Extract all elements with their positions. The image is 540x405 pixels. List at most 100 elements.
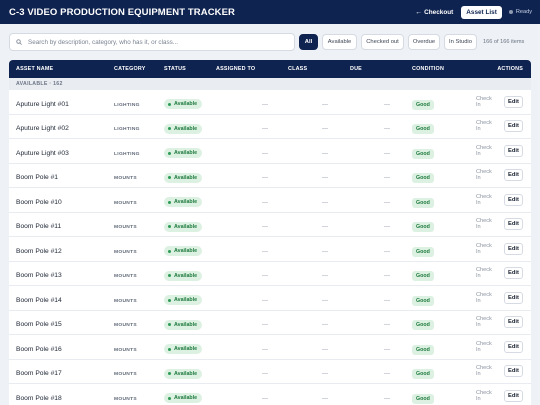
assigned-cell: —	[216, 117, 288, 135]
table-row[interactable]: Boom Pole #16 MOUNTS Available — — — Goo…	[9, 335, 531, 360]
edit-button[interactable]: Edit	[503, 316, 523, 329]
table-row[interactable]: Aputure Light #02 LIGHTING Available — —…	[9, 114, 531, 139]
search-box[interactable]	[9, 33, 295, 51]
check-in-button[interactable]: Check In	[476, 120, 497, 132]
condition-cell: Good	[412, 313, 476, 331]
check-in-button[interactable]: Check In	[476, 243, 497, 255]
table-row[interactable]: Boom Pole #17 MOUNTS Available — — — Goo…	[9, 359, 531, 384]
edit-button[interactable]: Edit	[503, 389, 523, 402]
edit-button[interactable]: Edit	[503, 267, 523, 280]
column-header-asset-name[interactable]: ASSET NAME	[9, 66, 114, 72]
check-in-button[interactable]: Check In	[476, 267, 497, 279]
column-header-due[interactable]: DUE	[350, 66, 412, 72]
filter-available[interactable]: Available	[322, 34, 357, 50]
class-value: —	[322, 224, 328, 231]
search-icon	[16, 39, 22, 45]
status-cell: Available	[164, 191, 216, 209]
table-row[interactable]: Boom Pole #11 MOUNTS Available — — — Goo…	[9, 212, 531, 237]
table-row[interactable]: Boom Pole #10 MOUNTS Available — — — Goo…	[9, 188, 531, 213]
asset-name[interactable]: Boom Pole #13	[16, 272, 62, 279]
check-in-button[interactable]: Check In	[476, 292, 497, 304]
table-row[interactable]: Boom Pole #18 MOUNTS Available — — — Goo…	[9, 384, 531, 405]
search-input[interactable]	[28, 38, 278, 46]
status-badge: Available	[164, 197, 203, 208]
asset-name[interactable]: Aputure Light #03	[16, 150, 69, 157]
check-in-button[interactable]: Check In	[476, 390, 497, 402]
edit-button[interactable]: Edit	[503, 120, 523, 133]
due-value: —	[384, 273, 390, 280]
table-row[interactable]: Boom Pole #14 MOUNTS Available — — — Goo…	[9, 286, 531, 311]
table-row[interactable]: Aputure Light #03 LIGHTING Available — —…	[9, 139, 531, 164]
status-badge: Available	[164, 123, 203, 134]
table-row[interactable]: Boom Pole #12 MOUNTS Available — — — Goo…	[9, 237, 531, 262]
assigned-cell: —	[216, 313, 288, 331]
due-cell: —	[350, 313, 412, 331]
filter-all[interactable]: All	[299, 34, 318, 50]
edit-button[interactable]: Edit	[503, 193, 523, 206]
asset-name[interactable]: Boom Pole #15	[16, 321, 62, 328]
status-cell: Available	[164, 313, 216, 331]
column-header-class[interactable]: CLASS	[288, 66, 350, 72]
class-cell: —	[288, 362, 350, 380]
category-cell: MOUNTS	[114, 313, 164, 331]
filter-in-studio[interactable]: In Studio	[444, 34, 477, 50]
check-in-button[interactable]: Check In	[476, 341, 497, 353]
asset-name[interactable]: Boom Pole #11	[16, 223, 61, 230]
condition-badge: Good	[412, 271, 434, 282]
check-in-button[interactable]: Check In	[476, 194, 497, 206]
checkout-link[interactable]: ← Checkout	[415, 9, 453, 16]
check-in-button[interactable]: Check In	[476, 145, 497, 157]
class-value: —	[322, 126, 328, 133]
edit-button[interactable]: Edit	[503, 340, 523, 353]
edit-button[interactable]: Edit	[503, 95, 523, 108]
edit-button[interactable]: Edit	[503, 365, 523, 378]
asset-name[interactable]: Boom Pole #12	[16, 248, 62, 255]
filter-overdue[interactable]: Overdue	[408, 34, 440, 50]
edit-button[interactable]: Edit	[503, 144, 523, 157]
table-row[interactable]: Aputure Light #01 LIGHTING Available — —…	[9, 90, 531, 115]
check-in-button[interactable]: Check In	[476, 365, 497, 377]
asset-name[interactable]: Boom Pole #16	[16, 346, 62, 353]
table-row[interactable]: Boom Pole #13 MOUNTS Available — — — Goo…	[9, 261, 531, 286]
status-cell: Available	[164, 362, 216, 380]
check-in-button[interactable]: Check In	[476, 169, 497, 181]
asset-name[interactable]: Boom Pole #1	[16, 174, 58, 181]
assigned-cell: —	[216, 215, 288, 233]
due-cell: —	[350, 142, 412, 160]
filter-checked-out[interactable]: Checked out	[361, 34, 404, 50]
column-header-assigned-to[interactable]: ASSIGNED TO	[216, 66, 288, 72]
asset-name[interactable]: Boom Pole #14	[16, 297, 62, 304]
asset-name[interactable]: Aputure Light #01	[16, 101, 69, 108]
category-label: LIGHTING	[114, 151, 140, 157]
asset-name[interactable]: Aputure Light #02	[16, 125, 69, 132]
asset-name[interactable]: Boom Pole #17	[16, 370, 62, 377]
table-row[interactable]: Boom Pole #15 MOUNTS Available — — — Goo…	[9, 310, 531, 335]
column-header-status[interactable]: STATUS	[164, 66, 216, 72]
check-in-button[interactable]: Check In	[476, 96, 497, 108]
asset-name[interactable]: Boom Pole #18	[16, 395, 62, 402]
category-cell: MOUNTS	[114, 338, 164, 356]
asset-list-button[interactable]: Asset List	[461, 5, 502, 19]
category-label: LIGHTING	[114, 102, 140, 108]
edit-button[interactable]: Edit	[503, 291, 523, 304]
column-header-condition[interactable]: CONDITION	[412, 66, 476, 72]
status-label: Available	[174, 272, 198, 279]
due-cell: —	[350, 240, 412, 258]
actions-cell: Check In Edit	[476, 291, 531, 304]
status-text: Ready	[515, 9, 532, 15]
edit-button[interactable]: Edit	[503, 169, 523, 182]
category-cell: MOUNTS	[114, 166, 164, 184]
class-cell: —	[288, 93, 350, 111]
class-value: —	[322, 371, 328, 378]
status-label: Available	[174, 346, 198, 353]
status-label: Available	[174, 101, 198, 108]
due-value: —	[384, 371, 390, 378]
check-in-button[interactable]: Check In	[476, 218, 497, 230]
category-cell: LIGHTING	[114, 117, 164, 135]
table-row[interactable]: Boom Pole #1 MOUNTS Available — — — Good…	[9, 163, 531, 188]
asset-name[interactable]: Boom Pole #10	[16, 199, 62, 206]
check-in-button[interactable]: Check In	[476, 316, 497, 328]
edit-button[interactable]: Edit	[503, 242, 523, 255]
column-header-category[interactable]: CATEGORY	[114, 66, 164, 72]
edit-button[interactable]: Edit	[503, 218, 523, 231]
